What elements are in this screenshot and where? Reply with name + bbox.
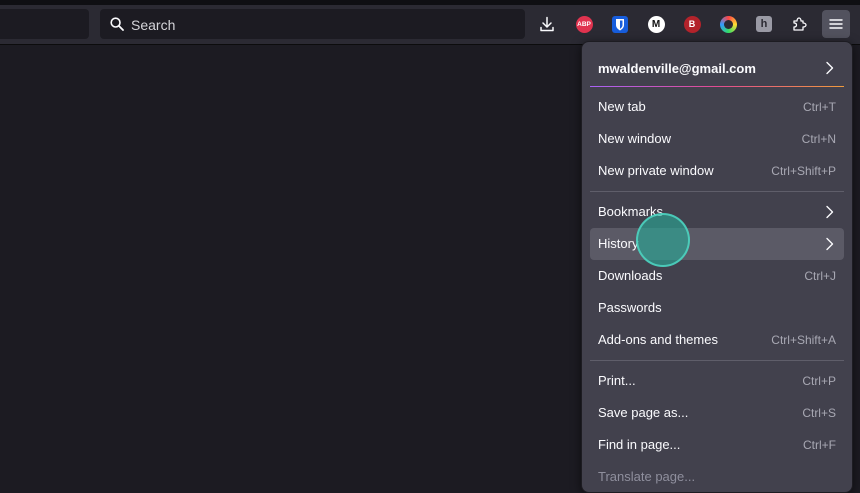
search-bar[interactable]: Search (100, 9, 525, 39)
menu-item-shortcut: Ctrl+Shift+P (771, 164, 836, 178)
menu-item-downloads[interactable]: Downloads Ctrl+J (590, 260, 844, 292)
menu-item-shortcut: Ctrl+F (803, 438, 836, 452)
menu-item-new-tab[interactable]: New tab Ctrl+T (590, 91, 844, 123)
menu-item-translate-page[interactable]: Translate page... (590, 461, 844, 493)
adblock-plus-icon: ABP (575, 15, 593, 33)
menu-item-shortcut: Ctrl+T (803, 100, 836, 114)
bitwarden-shield-icon (612, 15, 628, 33)
hamburger-menu-icon (829, 19, 843, 29)
menu-item-label: Passwords (598, 300, 662, 315)
menu-item-label: Translate page... (598, 469, 696, 484)
menu-item-shortcut: Ctrl+N (801, 132, 836, 146)
menu-separator (590, 191, 844, 192)
menu-item-label: Print... (598, 373, 636, 388)
menu-separator (590, 360, 844, 361)
menu-item-label: New private window (598, 163, 714, 178)
account-email: mwaldenville@gmail.com (598, 61, 756, 76)
application-menu-panel: mwaldenville@gmail.com New tab Ctrl+T Ne… (581, 41, 853, 493)
extensions-button[interactable] (786, 10, 814, 38)
menu-item-label: Add-ons and themes (598, 332, 718, 347)
puzzle-piece-icon (793, 17, 807, 31)
color-ring-icon (719, 15, 737, 33)
chevron-right-icon (826, 205, 834, 219)
menu-item-new-window[interactable]: New window Ctrl+N (590, 123, 844, 155)
account-menu-item[interactable]: mwaldenville@gmail.com (590, 51, 844, 85)
b-extension-button[interactable]: B (678, 10, 706, 38)
menu-item-shortcut: Ctrl+Shift+A (771, 333, 836, 347)
menu-item-label: Save page as... (598, 405, 689, 420)
h-extension-button[interactable]: h (750, 10, 778, 38)
menu-item-label: Downloads (598, 268, 663, 283)
account-separator (590, 86, 844, 87)
menu-item-label: History (598, 236, 639, 251)
menu-item-passwords[interactable]: Passwords (590, 292, 844, 324)
menu-item-add-ons-and-themes[interactable]: Add-ons and themes Ctrl+Shift+A (590, 324, 844, 356)
menu-item-shortcut: Ctrl+J (804, 269, 836, 283)
menu-item-history[interactable]: History (590, 228, 844, 260)
click-indicator (636, 213, 690, 267)
search-icon (110, 17, 124, 31)
application-menu-button[interactable] (822, 10, 850, 38)
menu-item-save-page-as[interactable]: Save page as... Ctrl+S (590, 397, 844, 429)
menu-item-label: New tab (598, 99, 646, 114)
search-placeholder: Search (131, 17, 176, 33)
navigation-toolbar: Search ABP M B h (0, 5, 860, 45)
menu-item-label: Find in page... (598, 437, 681, 452)
h-extension-icon: h (756, 16, 772, 32)
menu-item-print[interactable]: Print... Ctrl+P (590, 365, 844, 397)
download-icon (540, 16, 554, 32)
chevron-right-icon (826, 61, 834, 75)
menu-item-bookmarks[interactable]: Bookmarks (590, 196, 844, 228)
url-bar[interactable] (0, 9, 89, 39)
m-extension-button[interactable]: M (642, 10, 670, 38)
color-ring-extension-button[interactable] (714, 10, 742, 38)
menu-item-find-in-page[interactable]: Find in page... Ctrl+F (590, 429, 844, 461)
menu-item-shortcut: Ctrl+S (802, 406, 836, 420)
menu-item-label: New window (598, 131, 671, 146)
chevron-right-icon (826, 237, 834, 251)
m-extension-icon: M (647, 15, 665, 33)
bitwarden-extension-button[interactable] (606, 10, 634, 38)
menu-item-new-private-window[interactable]: New private window Ctrl+Shift+P (590, 155, 844, 187)
menu-item-shortcut: Ctrl+P (802, 374, 836, 388)
b-extension-icon: B (683, 15, 701, 33)
downloads-button[interactable] (533, 10, 561, 38)
adblock-plus-extension-button[interactable]: ABP (570, 10, 598, 38)
